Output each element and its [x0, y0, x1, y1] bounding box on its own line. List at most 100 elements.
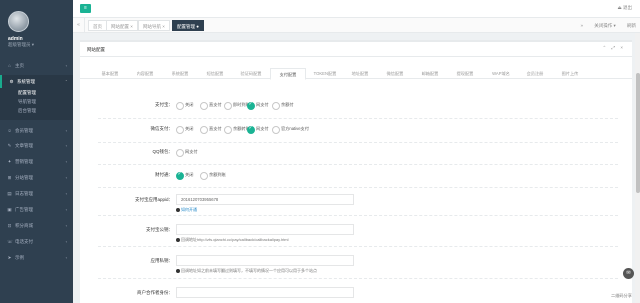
- tab-scroll-left-button[interactable]: «: [73, 18, 85, 33]
- user-role-dropdown[interactable]: 超级管理员 ▾: [8, 42, 34, 48]
- subtab-withdraw[interactable]: 提现配置: [450, 68, 480, 79]
- sidebar-subitem-admin[interactable]: 后台管理: [0, 106, 73, 120]
- alipay-option[interactable]: 关闭: [176, 101, 193, 110]
- tenpay-option-selected[interactable]: 关闭: [176, 170, 193, 180]
- alipay-pubkey-input[interactable]: [176, 224, 354, 235]
- logout-label: 退出: [623, 5, 632, 10]
- shop-icon: ⊡: [7, 223, 12, 228]
- tab-config-manage[interactable]: 配置管理 ●: [172, 20, 204, 31]
- subtab-basic[interactable]: 基本配置: [95, 68, 125, 79]
- sidebar-item-members[interactable]: ☺ 会员管理 ‹: [0, 124, 73, 137]
- wechat-option[interactable]: 关闭: [176, 125, 193, 134]
- subtab-email[interactable]: 邮箱配置: [415, 68, 445, 79]
- gear-icon: ⚙: [9, 79, 14, 84]
- scrollbar-thumb[interactable]: [635, 73, 640, 193]
- close-operations-dropdown[interactable]: 关闭操作 ▾: [594, 23, 616, 28]
- panel-tools[interactable]: ⌃ ⤢ ×: [603, 45, 626, 51]
- logout-link[interactable]: ⏏ 退出: [617, 5, 632, 11]
- menu-toggle-button[interactable]: ≡: [80, 4, 91, 13]
- avatar[interactable]: [8, 11, 29, 32]
- page-scrollbar[interactable]: [635, 33, 640, 303]
- alipay-option[interactable]: 直支付: [200, 101, 222, 110]
- info-icon: [176, 237, 180, 242]
- alipay-option[interactable]: 即时到账: [224, 101, 250, 110]
- divider: [98, 164, 618, 165]
- subtab-wap-domain[interactable]: WAP域名: [485, 68, 517, 79]
- wechat-option[interactable]: 直支付: [200, 125, 222, 134]
- sidebar-item-marketing[interactable]: ✦ 营销管理 ‹: [0, 155, 73, 168]
- content-tabs-bar: « 首页 网站配置 × 网站导航 × 配置管理 ● » 关闭操作 ▾ 刷新: [73, 18, 640, 33]
- bars-icon: ≡: [84, 5, 87, 11]
- sidebar-subitem-nav[interactable]: 导航管理: [0, 97, 73, 106]
- divider: [98, 215, 618, 216]
- tab-site-nav[interactable]: 网站导航 ×: [138, 20, 170, 31]
- app-privkey-label: 应用私钥：: [150, 258, 174, 263]
- sitemap-icon: ⊞: [7, 175, 12, 180]
- config-panel: 网站配置 ⌃ ⤢ × 基本配置 内容配置 系统配置 短信配置 验证码配置 支付配…: [80, 40, 632, 303]
- alipay-pubkey-label: 支付宝公钥：: [146, 227, 173, 232]
- subtab-content[interactable]: 内容配置: [130, 68, 160, 79]
- sidebar-item-ads[interactable]: ▣ 广告管理 ‹: [0, 203, 73, 216]
- tab-scroll-right-button[interactable]: »: [580, 23, 583, 28]
- sidebar-item-phone-pay[interactable]: ☏ 电话支付 ‹: [0, 235, 73, 248]
- sidebar-item-label: 分站管理: [15, 175, 33, 180]
- chevron-left-icon: ‹: [65, 207, 67, 212]
- how-to-open-link[interactable]: 如何开通: [181, 207, 197, 212]
- sidebar: admin 超级管理员 ▾ ⌂ 主页 ‹ ⚙ 系统管理 ˇ 配置管理 导航管理 后台管理…: [0, 0, 73, 303]
- sidebar-item-demo[interactable]: ➤ 示例 ‹: [0, 251, 73, 264]
- divider: [98, 278, 618, 279]
- subtab-upload[interactable]: 图片上传: [555, 68, 585, 79]
- subtab-captcha[interactable]: 验证码配置: [235, 68, 267, 79]
- backward-icon: «: [77, 22, 80, 28]
- subtab-sms[interactable]: 短信配置: [200, 68, 230, 79]
- app-privkey-input[interactable]: [176, 255, 354, 266]
- chevron-left-icon: ‹: [65, 191, 67, 196]
- wechat-pay-label: 微信支付：: [150, 126, 174, 131]
- subtab-address[interactable]: 地址配置: [345, 68, 375, 79]
- sidebar-item-points-mall[interactable]: ⊡ 积分商城 ‹: [0, 219, 73, 232]
- edit-icon: ✎: [7, 143, 12, 148]
- privkey-help-text: 回调地址如之前未填写翻过则填写，不填写的情况一个应用可以用于多个站点: [181, 268, 317, 273]
- alipay-appid-input[interactable]: 2016120703955678: [176, 194, 354, 205]
- sidebar-item-label: 日志管理: [15, 191, 33, 196]
- sidebar-item-label: 广告管理: [15, 207, 33, 212]
- wechat-option[interactable]: 余额转账: [224, 125, 250, 134]
- home-icon: ⌂: [8, 63, 11, 68]
- alipay-option[interactable]: 余额付: [272, 101, 294, 110]
- pubkey-help-text: 回调地址http://zfs.qianchi.cc/pay/callback/c…: [181, 237, 289, 242]
- refresh-button[interactable]: 刷新: [627, 23, 636, 28]
- sidebar-item-label: 主页: [15, 63, 24, 68]
- tab-site-config[interactable]: 网站配置 ×: [106, 20, 138, 31]
- partner-id-input[interactable]: [176, 287, 354, 298]
- pubkey-help: 回调地址http://zfs.qianchi.cc/pay/callback/c…: [176, 237, 289, 243]
- sidebar-item-home[interactable]: ⌂ 主页 ‹: [0, 59, 73, 72]
- qq-wallet-option[interactable]: 网支付: [176, 148, 198, 157]
- tab-home[interactable]: 首页: [88, 20, 107, 31]
- sidebar-item-label: 会员管理: [15, 128, 33, 133]
- alipay-option-selected[interactable]: 网支付: [247, 100, 269, 110]
- tenpay-option[interactable]: 余额到账: [200, 171, 226, 180]
- alipay-appid-label: 支付宝应用appid：: [134, 197, 173, 202]
- chat-fab-button[interactable]: ✉: [623, 268, 634, 279]
- info-icon: [176, 207, 180, 212]
- sidebar-subitem-config[interactable]: 配置管理: [0, 88, 73, 97]
- subtab-token[interactable]: TOKEN配置: [308, 68, 342, 79]
- footer-qr-share[interactable]: 二维码分享: [611, 293, 632, 299]
- chevron-left-icon: ‹: [65, 175, 67, 180]
- gift-icon: ✦: [7, 159, 12, 164]
- sidebar-item-substation[interactable]: ⊞ 分站管理 ‹: [0, 171, 73, 184]
- tab-tools: » 关闭操作 ▾ 刷新: [570, 18, 636, 33]
- subtab-payment[interactable]: 支付配置: [270, 68, 306, 80]
- subtab-system[interactable]: 系统配置: [165, 68, 195, 79]
- sidebar-item-system[interactable]: ⚙ 系统管理 ˇ: [0, 75, 73, 88]
- wechat-option[interactable]: 官方native支付: [272, 125, 309, 134]
- sidebar-item-label: 营销管理: [15, 159, 33, 164]
- divider: [98, 246, 618, 247]
- alipay-label: 支付宝：: [155, 102, 173, 107]
- subtab-register[interactable]: 会员注册: [520, 68, 550, 79]
- sidebar-item-logs[interactable]: ▤ 日志管理 ‹: [0, 187, 73, 200]
- wechat-option-selected[interactable]: 网支付: [247, 124, 269, 134]
- sidebar-item-articles[interactable]: ✎ 文章管理 ‹: [0, 139, 73, 152]
- file-icon: ▤: [7, 191, 12, 196]
- subtab-wechat[interactable]: 微信配置: [380, 68, 410, 79]
